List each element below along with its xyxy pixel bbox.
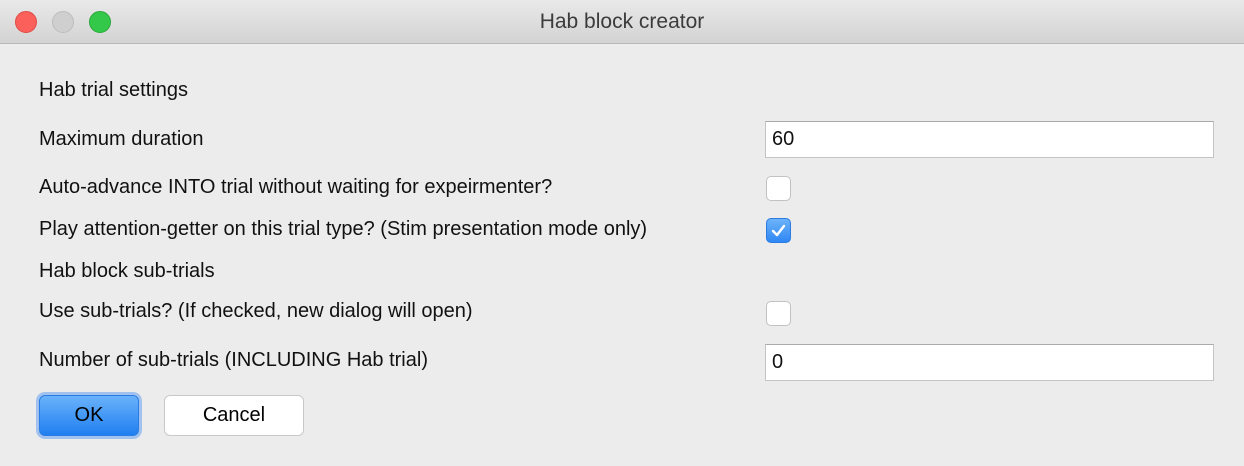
use-sub-trials-label: Use sub-trials? (If checked, new dialog …: [39, 300, 473, 322]
max-duration-label: Maximum duration: [39, 128, 204, 150]
auto-advance-checkbox[interactable]: [766, 176, 791, 201]
use-sub-trials-checkbox[interactable]: [766, 301, 791, 326]
window-title: Hab block creator: [539, 10, 705, 33]
sub-trial-count-label: Number of sub-trials (INCLUDING Hab tria…: [39, 349, 428, 371]
max-duration-input[interactable]: [765, 121, 1214, 158]
hab-trial-settings-heading: Hab trial settings: [39, 79, 188, 101]
ok-button[interactable]: OK: [39, 395, 139, 436]
cancel-button[interactable]: Cancel: [164, 395, 304, 436]
attention-getter-checkbox[interactable]: [766, 218, 791, 243]
sub-trial-count-input[interactable]: [765, 344, 1214, 381]
title-bar: Hab block creator: [0, 0, 1244, 44]
dialog-window: Hab block creator Hab trial settings Max…: [0, 0, 1244, 466]
hab-block-sub-trials-heading: Hab block sub-trials: [39, 260, 215, 282]
checkmark-icon: [771, 224, 786, 237]
auto-advance-label: Auto-advance INTO trial without waiting …: [39, 176, 553, 198]
attention-getter-label: Play attention-getter on this trial type…: [39, 218, 648, 240]
